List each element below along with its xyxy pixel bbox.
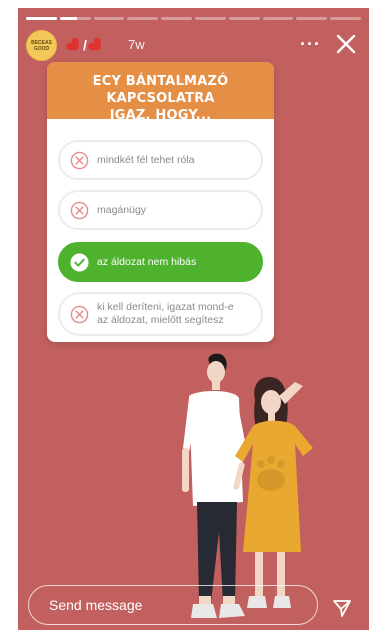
quiz-option[interactable]: mindkét fél tehet róla <box>58 140 263 180</box>
avatar-text: BECEAS GOOD <box>31 39 52 52</box>
quiz-option-label: az áldozat nem hibás <box>97 255 197 268</box>
man-figure <box>182 353 247 618</box>
red-heart-icon <box>66 37 82 53</box>
red-heart-icon <box>88 37 104 53</box>
quiz-option[interactable]: magánügy <box>58 190 263 230</box>
close-icon[interactable] <box>334 32 358 56</box>
wrong-x-icon <box>70 305 89 323</box>
wrong-x-icon <box>70 151 89 169</box>
story-progress-segment <box>194 17 226 20</box>
story-view[interactable]: BECEAS GOOD / 7w ··· ECY BÁNTALMAZÓ KAPCS… <box>18 8 369 630</box>
story-progress-segment <box>127 17 159 20</box>
story-progress-segment <box>296 17 328 20</box>
quiz-question-line: IGAZ, HOGY... <box>109 108 212 123</box>
quiz-question: ECY BÁNTALMAZÓ KAPCSOLATRA IGAZ, HOGY... <box>47 62 274 123</box>
quiz-question-line: ECY BÁNTALMAZÓ KAPCSOLATRA <box>92 74 229 106</box>
story-timestamp: 7w <box>128 37 145 52</box>
quiz-option[interactable]: ki kell deríteni, igazat mond-e az áldoz… <box>58 292 263 336</box>
story-progress-segment <box>330 17 361 20</box>
story-progress-segment <box>59 17 91 20</box>
quiz-option-label: ki kell deríteni, igazat mond-e az áldoz… <box>97 301 234 327</box>
paper-plane-icon[interactable] <box>332 598 352 618</box>
check-icon <box>70 252 89 272</box>
quiz-sticker: ECY BÁNTALMAZÓ KAPCSOLATRA IGAZ, HOGY...… <box>47 62 274 342</box>
quiz-option-line: az áldozat, mielőtt segítesz <box>97 314 224 326</box>
send-message-input[interactable]: Send message <box>28 585 318 625</box>
send-message-placeholder: Send message <box>49 597 143 613</box>
story-progress-segment <box>93 17 125 20</box>
quiz-option-label: magánügy <box>97 203 147 216</box>
quiz-option-label: mindkét fél tehet róla <box>97 153 195 166</box>
story-header: BECEAS GOOD / 7w ··· <box>26 28 361 62</box>
story-progress-segment <box>26 17 57 20</box>
story-progress-segment <box>161 17 192 20</box>
slash-separator: / <box>83 37 87 53</box>
story-author-name[interactable]: / <box>68 36 102 54</box>
quiz-option-line: ki kell deríteni, igazat mond-e <box>97 301 234 313</box>
avatar[interactable]: BECEAS GOOD <box>26 30 57 61</box>
more-icon[interactable]: ··· <box>300 34 321 55</box>
quiz-option-correct[interactable]: az áldozat nem hibás <box>58 242 263 282</box>
story-progress-bar <box>26 17 361 20</box>
wrong-x-icon <box>70 201 89 219</box>
story-progress-segment <box>228 17 260 20</box>
woman-figure <box>235 376 313 608</box>
story-progress-segment <box>262 17 294 20</box>
